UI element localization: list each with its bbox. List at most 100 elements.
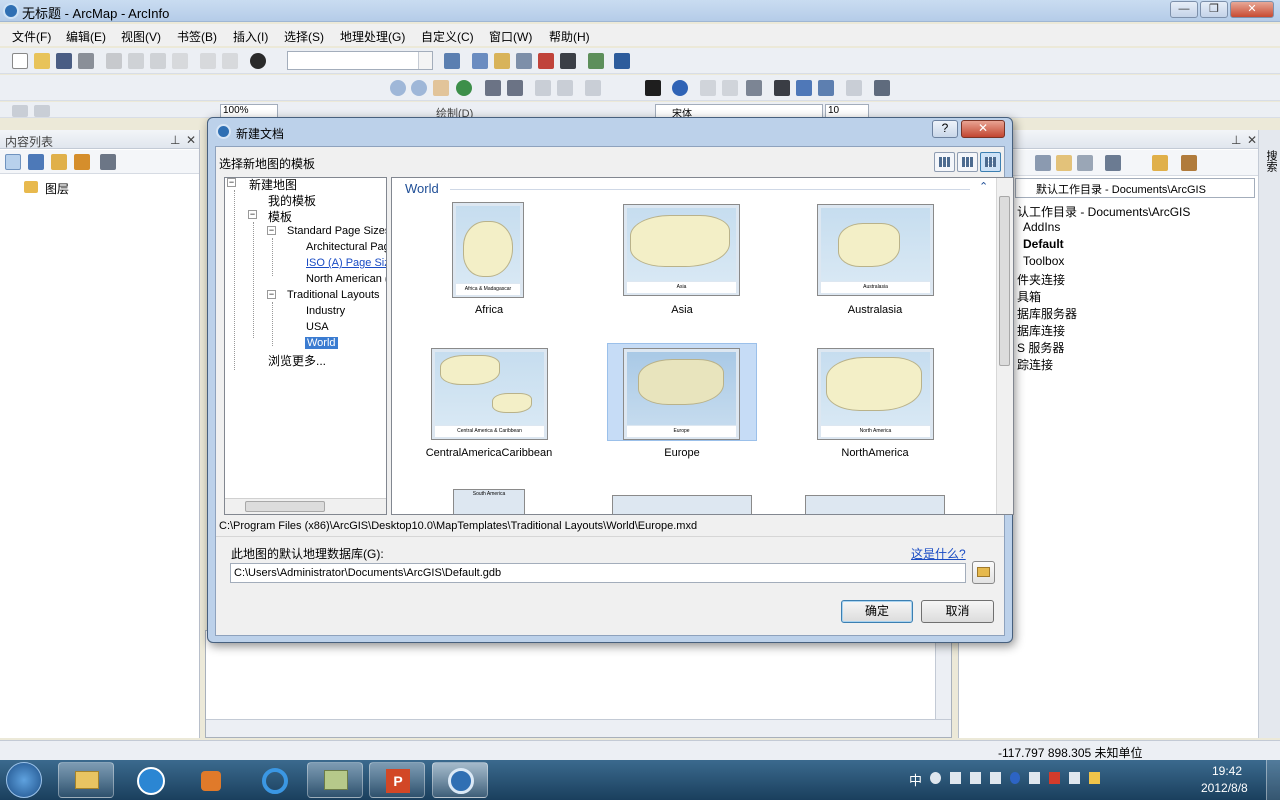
system-tray-icons[interactable] [930,772,1101,786]
minimize-button[interactable]: — [1170,1,1198,18]
pan-hand-icon[interactable] [433,80,449,96]
template-label-australasia[interactable]: Australasia [805,304,945,316]
menu-file[interactable]: 文件(F) [12,28,51,45]
tree-world-selected[interactable]: World [305,337,338,349]
font-name-combo[interactable]: 宋体 [655,104,823,120]
dialog-close-button[interactable]: ✕ [961,120,1005,138]
catalog-gis-servers[interactable]: S 服务器 [1017,339,1064,356]
select-features-icon[interactable] [585,80,601,96]
template-label-central-america[interactable]: CentralAmericaCaribbean [419,447,559,459]
menu-customize[interactable]: 自定义(C) [421,28,474,45]
start-button[interactable] [6,762,42,798]
template-thumb-world-2[interactable] [805,495,945,514]
close-button[interactable]: ✕ [1230,1,1274,18]
map-vertical-scrollbar[interactable] [935,631,951,719]
template-label-north-america[interactable]: NorthAmerica [805,447,945,459]
tree-industry[interactable]: Industry [306,305,345,317]
new-document-icon[interactable] [12,53,28,69]
catalog-new-folder-icon[interactable] [1152,155,1168,171]
template-thumb-world-1[interactable] [612,495,752,514]
tree-expander-standard[interactable]: − [267,226,276,235]
tree-browse-more[interactable]: 浏览更多... [268,352,326,369]
tree-standard-page-sizes[interactable]: Standard Page Sizes [287,225,386,237]
tree-architectural[interactable]: Architectural Pag [306,241,386,253]
view-small-thumbnails-button[interactable] [957,152,978,172]
toc-close-icon[interactable]: ✕ [186,133,196,147]
template-thumb-australasia[interactable]: Australasia [817,204,934,296]
layout-zoom-out-icon[interactable] [34,105,50,117]
catalog-home-folder[interactable]: 认工作目录 - Documents\ArcGIS [1017,203,1190,220]
fixed-zoom-out-icon[interactable] [507,80,523,96]
taskbar-notepad[interactable] [307,762,363,798]
dialog-help-button[interactable]: ? [932,120,958,138]
taskbar-sogou[interactable] [122,762,178,798]
catalog-home-icon[interactable] [1056,155,1072,171]
catalog-view-icon[interactable] [1105,155,1121,171]
menu-view[interactable]: 视图(V) [121,28,161,45]
tree-templates[interactable]: 模板 [268,208,292,225]
ime-indicator[interactable]: 中 [909,770,922,789]
catalog-connect-icon[interactable] [1077,155,1093,171]
list-by-selection-icon[interactable] [74,154,90,170]
catalog-close-icon[interactable]: ✕ [1247,133,1257,147]
undo-icon[interactable] [200,53,216,69]
fixed-zoom-in-icon[interactable] [485,80,501,96]
tree-expander-templates[interactable]: − [248,210,257,219]
create-viewer-icon[interactable] [874,80,890,96]
tree-expander-traditional[interactable]: − [267,290,276,299]
model-builder-icon[interactable] [588,53,604,69]
time-slider-icon[interactable] [846,80,862,96]
gallery-vertical-scrollbar[interactable] [996,178,1013,514]
menu-windows[interactable]: 窗口(W) [489,28,532,45]
default-gdb-combo[interactable]: C:\Users\Administrator\Documents\ArcGIS\… [230,563,966,583]
template-thumb-north-america[interactable]: North America [817,348,934,440]
catalog-tracking-connections[interactable]: 踪连接 [1017,356,1053,373]
copy-icon[interactable] [128,53,144,69]
template-thumb-asia[interactable]: Asia [623,204,740,296]
html-popup-icon[interactable] [722,80,738,96]
cut-icon[interactable] [106,53,122,69]
cancel-button[interactable]: 取消 [921,600,994,623]
catalog-db-servers[interactable]: 据库服务器 [1017,305,1077,322]
tree-new-map[interactable]: 新建地图 [249,178,297,193]
add-data-icon[interactable] [250,53,266,69]
editor-toolbar-icon[interactable] [444,53,460,69]
taskbar-internet-explorer[interactable] [245,762,301,798]
forward-extent-icon[interactable] [557,80,573,96]
clock-time[interactable]: 19:42 [1212,764,1242,778]
whats-this-icon[interactable] [614,53,630,69]
template-label-europe[interactable]: Europe [612,447,752,459]
view-list-button[interactable] [934,152,955,172]
template-thumb-africa[interactable]: Africa & Madagascar [452,202,524,298]
menu-edit[interactable]: 编辑(E) [66,28,106,45]
list-by-drawing-order-icon[interactable] [5,154,21,170]
toc-window-icon[interactable] [472,53,488,69]
zoom-out-icon[interactable] [411,80,427,96]
select-elements-icon[interactable] [645,80,661,96]
template-thumb-south-america[interactable]: South America [453,489,525,514]
tree-traditional-layouts[interactable]: Traditional Layouts [287,289,380,301]
catalog-pin-icon[interactable]: ⊥ [1231,133,1241,147]
tree-my-templates[interactable]: 我的模板 [268,192,316,209]
redo-icon[interactable] [222,53,238,69]
python-window-icon[interactable] [560,53,576,69]
paste-icon[interactable] [150,53,166,69]
save-icon[interactable] [56,53,72,69]
tree-iso-page-sizes[interactable]: ISO (A) Page Siz [306,257,386,269]
browse-gdb-button[interactable] [972,561,995,584]
delete-icon[interactable] [172,53,188,69]
ok-button[interactable]: 确定 [841,600,913,623]
maximize-button[interactable]: ❐ [1200,1,1228,18]
find-icon[interactable] [774,80,790,96]
catalog-db-connections[interactable]: 据库连接 [1017,322,1065,339]
arctoolbox-icon[interactable] [538,53,554,69]
pin-icon[interactable]: ⊥ [170,133,180,147]
search-window-icon[interactable] [516,53,532,69]
clock-date[interactable]: 2012/8/8 [1201,781,1248,795]
collapse-group-icon[interactable]: ⌃ [979,180,988,193]
full-extent-icon[interactable] [456,80,472,96]
measure-icon[interactable] [746,80,762,96]
taskbar-media-player[interactable] [182,762,238,798]
show-desktop-button[interactable] [1266,760,1280,800]
catalog-addins[interactable]: AddIns [1023,220,1060,234]
